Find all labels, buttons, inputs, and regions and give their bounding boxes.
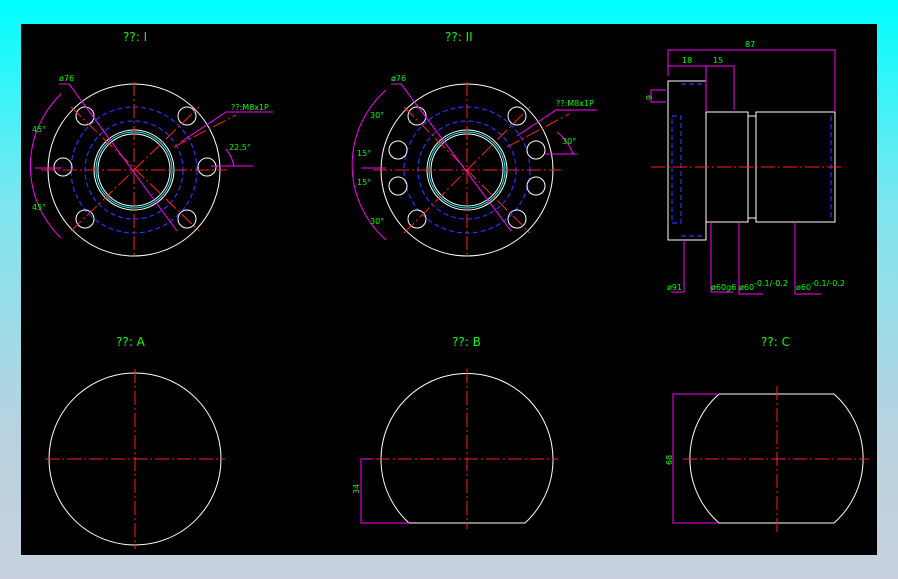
dim-68: 68 — [665, 455, 674, 465]
v1-angle-45-bottom: 45° — [32, 203, 46, 212]
view-b-title: ??: B — [452, 335, 481, 349]
view-c: ??: C 68 — [665, 335, 869, 532]
v1-angle-45-top: 45° — [32, 125, 46, 134]
v2-angle-15-top: 15° — [357, 149, 371, 158]
view-1-title: ??: I — [123, 30, 147, 44]
dim-d91: ø91 — [667, 283, 682, 292]
dim-d60-b: ø60 — [796, 283, 811, 292]
cad-drawing-canvas[interactable]: ??: I ø76 ??:M8x1P 45° 45° 22.5° ??: II … — [21, 24, 877, 555]
view-2-flange: ??: II ø76 ??:M8x1P 30° 15° 15° 30° 30° — [351, 30, 597, 258]
v1-diameter-76: ø76 — [59, 74, 74, 83]
v2-angle-15-bottom: 15° — [357, 178, 371, 187]
dim-d60g6: ø60g6 — [711, 283, 736, 292]
dim-d60-a: ø60 — [739, 283, 754, 292]
v2-thread-note: ??:M8x1P — [556, 99, 594, 108]
view-c-title: ??: C — [761, 335, 790, 349]
dim-18: 18 — [682, 56, 692, 65]
dim-15: 15 — [713, 56, 723, 65]
dim-87: 87 — [745, 40, 755, 49]
dim-9: 9 — [645, 95, 654, 100]
view-a-title: ??: A — [116, 335, 146, 349]
v1-thread-note: ??:M8x1P — [231, 103, 269, 112]
v2-angle-30-right: 30° — [562, 137, 576, 146]
flange-body — [667, 80, 707, 241]
v2-angle-30-top: 30° — [370, 111, 384, 120]
view-2-title: ??: II — [445, 30, 473, 44]
view-b: ??: B 34 — [352, 335, 558, 529]
dim-d60-b-tol: -0.1/-0.2 — [811, 279, 845, 288]
dim-34: 34 — [352, 484, 361, 494]
dim-d60-a-tol: -0.1/-0.2 — [754, 279, 788, 288]
side-view: 87 18 15 9 ø91 ø60g6 ø60 -0.1/-0.2 ø60 -… — [645, 40, 845, 295]
v1-angle-22-5: 22.5° — [229, 143, 251, 152]
view-a: ??: A — [45, 335, 225, 549]
v2-angle-30-bottom: 30° — [370, 217, 384, 226]
view-1-flange: ??: I ø76 ??:M8x1P 45° 45° 22.5° — [29, 30, 273, 258]
v2-diameter-76: ø76 — [391, 74, 406, 83]
